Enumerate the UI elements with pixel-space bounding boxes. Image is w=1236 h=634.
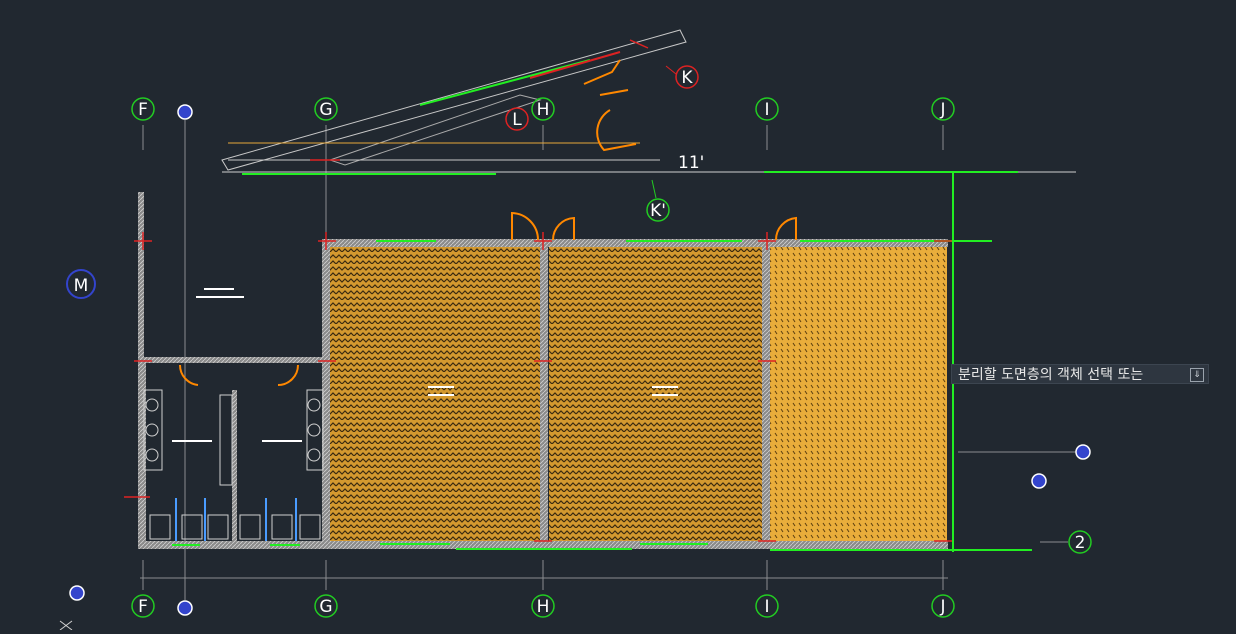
- grid-bubble-top-g: G: [314, 97, 338, 121]
- svg-text:F: F: [138, 100, 148, 120]
- grid-bubble-bottom-h: H: [531, 594, 555, 618]
- svg-text:J: J: [939, 100, 945, 120]
- grid-bubble-row-2: 2: [1068, 530, 1092, 554]
- svg-text:G: G: [319, 100, 332, 120]
- svg-text:I: I: [764, 100, 769, 120]
- grid-bubble-top-i: I: [755, 97, 779, 121]
- grid-bubble-k-prime: K': [646, 179, 670, 222]
- canopy: [221, 29, 687, 171]
- tooltip-prompt: 분리할 도면층의 객체 선택 또는: [958, 367, 1144, 383]
- svg-text:F: F: [138, 597, 148, 617]
- room-3-floor: [770, 247, 947, 549]
- dimension-label-11: 11': [678, 153, 704, 173]
- svg-text:I: I: [764, 597, 769, 617]
- grid-bubble-l: L: [505, 107, 529, 131]
- svg-text:L: L: [512, 110, 522, 130]
- outer-top-line: [222, 171, 1076, 175]
- grid-bubble-top-h: H: [531, 97, 555, 121]
- input-key-icon[interactable]: ⇓: [1190, 368, 1204, 382]
- command-tooltip: 분리할 도면층의 객체 선택 또는 ⇓: [951, 364, 1209, 384]
- ucs-icon: [59, 620, 73, 631]
- grid-bubble-bottom-j: J: [931, 594, 955, 618]
- svg-text:G: G: [319, 597, 332, 617]
- svg-text:H: H: [537, 100, 550, 120]
- svg-text:M: M: [74, 276, 89, 296]
- grid-bubble-bottom-i: I: [755, 594, 779, 618]
- svg-text:H: H: [537, 597, 550, 617]
- grid-bubble-top-j: J: [931, 97, 955, 121]
- svg-text:2: 2: [1075, 533, 1086, 553]
- grid-bubble-bottom-g: G: [314, 594, 338, 618]
- svg-text:K': K': [650, 201, 666, 221]
- grid-bubble-k: K: [665, 65, 699, 89]
- grid-bubble-bottom-f: F: [131, 594, 155, 618]
- svg-text:K: K: [681, 68, 693, 88]
- svg-text:J: J: [939, 597, 945, 617]
- grid-bubble-top-f: F: [131, 97, 155, 121]
- grid-bubble-m: M: [66, 269, 96, 299]
- cad-drawing-viewport[interactable]: F G H I J F G H I J K L K' M 2 11': [0, 0, 1236, 631]
